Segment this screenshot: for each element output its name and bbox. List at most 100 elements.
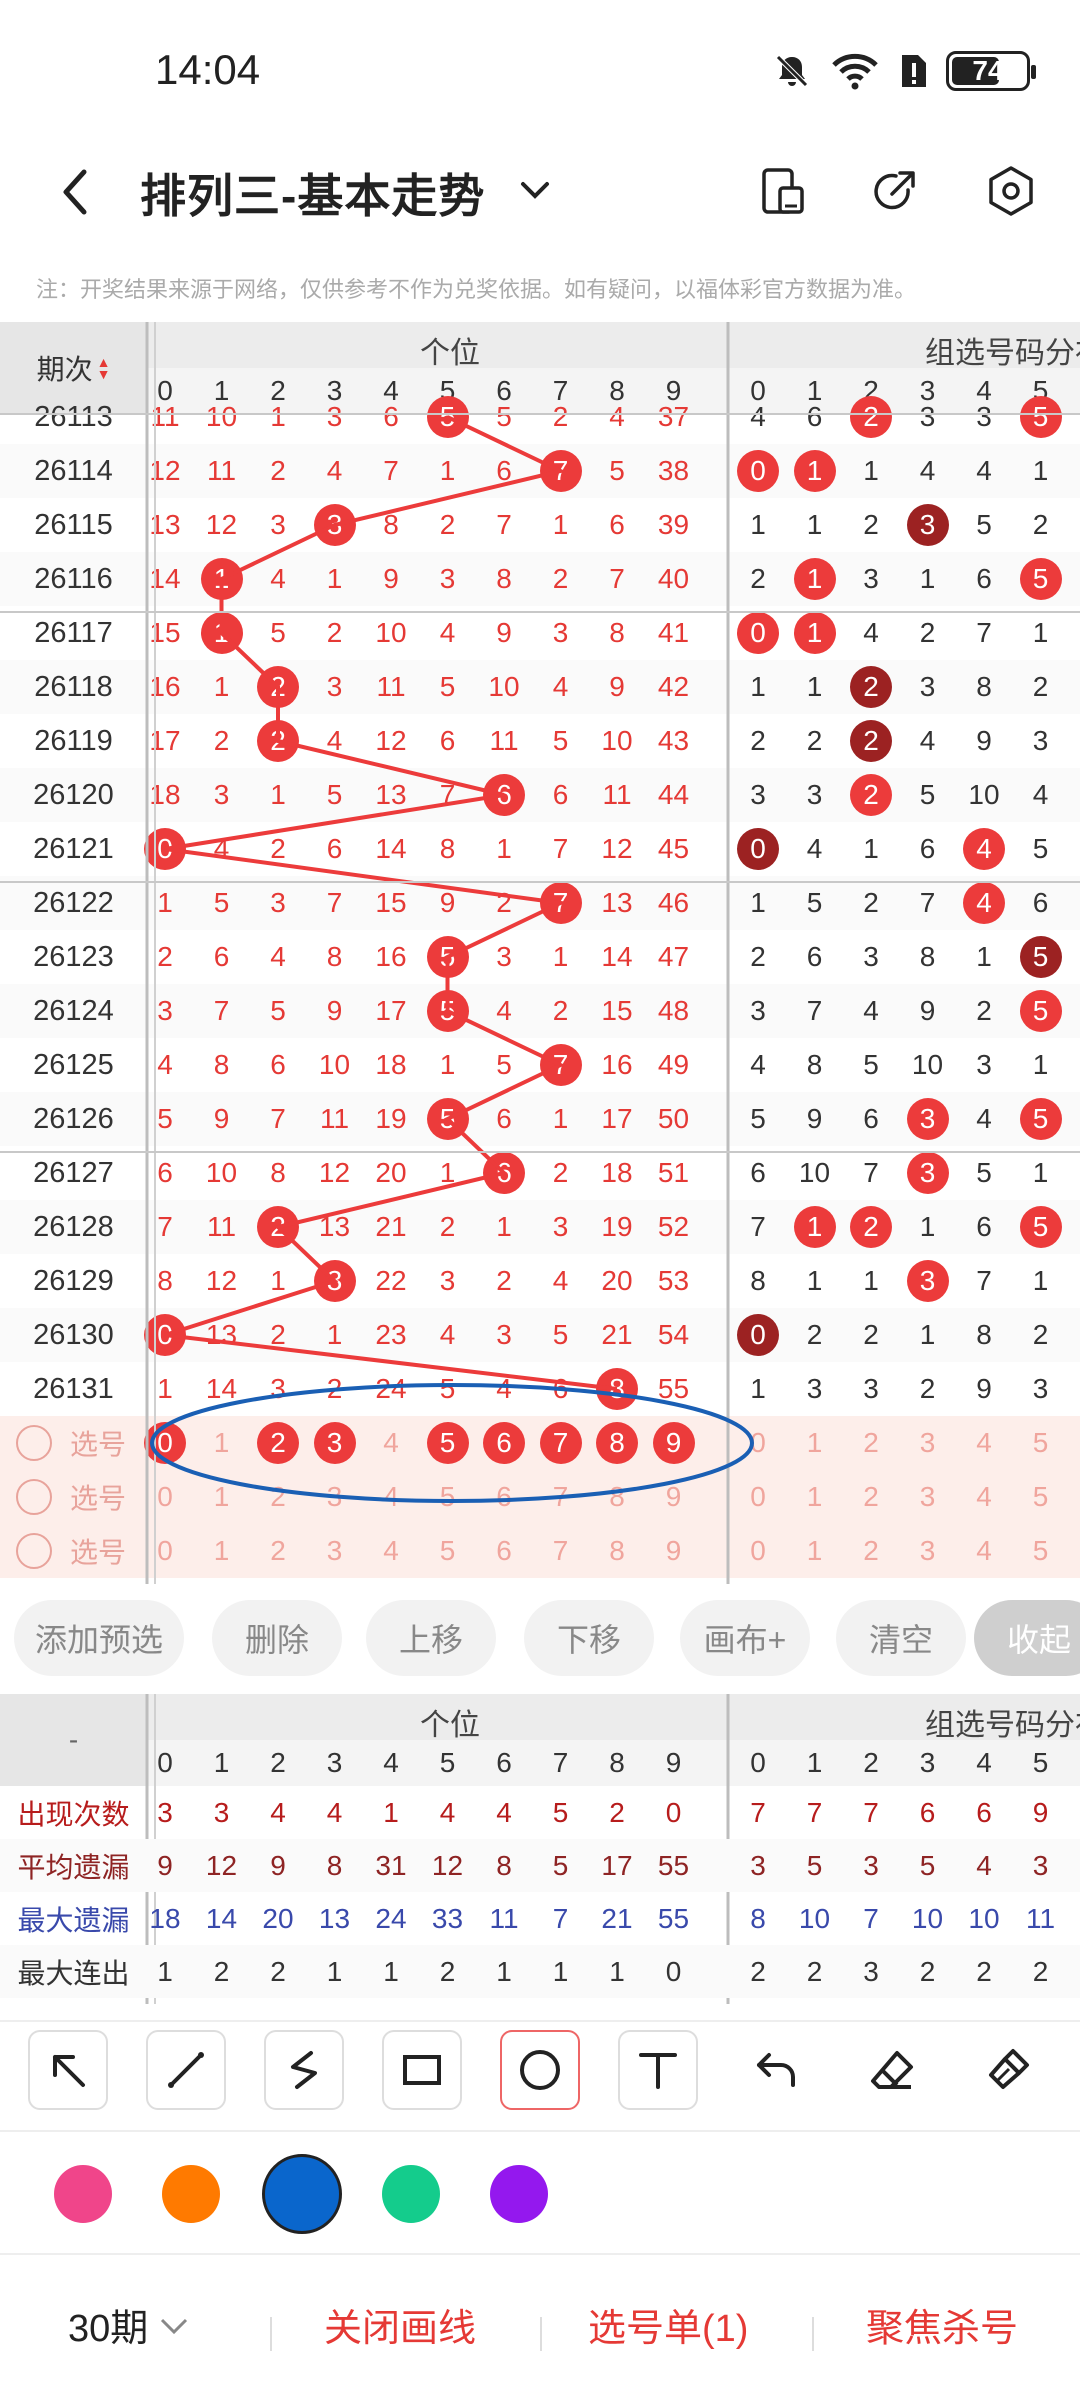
stats-cell: 2 (1032, 1955, 1049, 1987)
mute-bell-icon (776, 55, 808, 87)
stats-cell: 8 (496, 1849, 512, 1881)
stats-cell: 12 (205, 1849, 238, 1881)
stats-row-label: 最大遗漏 (17, 1904, 130, 1936)
stats-cell: 7 (750, 1796, 766, 1828)
stats-cell: 5 (919, 1849, 936, 1881)
focus-kill-button[interactable]: 聚焦杀号 (866, 2297, 1018, 2352)
stats-cell: 55 (657, 1849, 690, 1881)
stats-cell: 3 (1032, 1849, 1049, 1881)
app-header: 排列三-基本走势 (0, 140, 1080, 250)
stats-row-label: 出现次数 (17, 1798, 130, 1830)
stats-cell: 31 (375, 1849, 407, 1881)
stats-cell: 3 (750, 1849, 766, 1881)
device-switch-icon[interactable] (752, 160, 814, 222)
line-icon (168, 2052, 204, 2088)
action-chip[interactable]: 上移 (366, 1600, 496, 1676)
stats-cell: 2 (270, 1955, 286, 1987)
back-arrow-icon[interactable] (46, 162, 106, 222)
status-icons: 74 (772, 48, 1036, 94)
stats-cell: 9 (270, 1849, 286, 1881)
color-palette (0, 2130, 1080, 2255)
pointer-tool[interactable] (28, 2030, 108, 2110)
stats-cell: 7 (863, 1902, 879, 1934)
ellipse-tool[interactable] (500, 2030, 580, 2110)
pick-list-button[interactable]: 选号单(1) (588, 2297, 748, 2352)
stats-cell: 20 (262, 1902, 294, 1934)
stats-cell: 2 (213, 1955, 230, 1987)
divider (270, 2317, 272, 2351)
stats-cell: 2 (609, 1796, 625, 1828)
stats-cell: 14 (205, 1902, 238, 1934)
text-icon (639, 2053, 677, 2089)
period-selector-label: 30期 (68, 2308, 149, 2350)
stats-cell: 2 (750, 1955, 766, 1987)
stats-cell: 2 (919, 1955, 936, 1987)
period-selector[interactable]: 30期 (68, 2297, 192, 2352)
clear-brush-tool[interactable] (968, 2030, 1048, 2110)
bottom-bar: 30期 关闭画线 选号单(1) 聚焦杀号 (0, 2255, 1080, 2400)
action-chip[interactable]: 清空 (836, 1600, 966, 1676)
stats-cell: 2 (439, 1955, 456, 1987)
stats-cell: 5 (806, 1849, 823, 1881)
action-chip[interactable]: 添加预选 (14, 1600, 184, 1676)
chevron-down-icon[interactable] (515, 170, 555, 210)
status-time: 14:04 (155, 46, 261, 93)
eraser-icon (871, 2051, 913, 2089)
stats-cell: 4 (496, 1796, 512, 1828)
rectangle-tool[interactable] (382, 2030, 462, 2110)
page-title[interactable]: 排列三-基本走势 (140, 160, 485, 226)
color-swatch[interactable] (382, 2165, 440, 2223)
stats-cell: 3 (863, 1849, 879, 1881)
action-chips: 添加预选 删除 上移 下移 画布+ 清空 收起 (0, 1600, 1080, 1680)
text-tool[interactable] (618, 2030, 698, 2110)
stats-cell: 5 (552, 1849, 569, 1881)
stats-cell: 17 (601, 1849, 633, 1881)
eraser-tool[interactable] (852, 2030, 932, 2110)
stats-cell: 7 (863, 1796, 879, 1828)
stats-cell: 10 (798, 1902, 831, 1934)
share-icon[interactable] (864, 160, 926, 222)
stats-row: 平均遗漏 9 12 9 8 31 12 8 5 17 55 3 5 3 5 4 3 (0, 1839, 1080, 1892)
stats-cell: 1 (383, 1955, 399, 1987)
close-drawing-button[interactable]: 关闭画线 (324, 2297, 476, 2352)
color-swatch[interactable] (162, 2165, 220, 2223)
stats-cell: 4 (976, 1849, 992, 1881)
action-chip[interactable]: 收起 (974, 1600, 1080, 1676)
trend-table: 个位 组选号码分布 0123456789012345 期次 ▲▼ 2611311… (0, 322, 1080, 1584)
stats-cell: 0 (665, 1955, 682, 1987)
rectangle-icon (403, 2055, 441, 2085)
stats-cell: 18 (149, 1902, 181, 1934)
stats-cell: 7 (552, 1902, 569, 1934)
stats-cell: 4 (439, 1796, 456, 1828)
color-swatch[interactable] (54, 2165, 112, 2223)
stats-cell: 24 (375, 1902, 407, 1934)
color-swatch[interactable] (490, 2165, 548, 2223)
action-chip[interactable]: 删除 (212, 1600, 342, 1676)
stats-cell: 5 (552, 1796, 569, 1828)
color-swatch[interactable] (262, 2154, 342, 2234)
drawn-ellipse (150, 1383, 754, 1503)
stats-cell: 12 (431, 1849, 464, 1881)
line-tool[interactable] (146, 2030, 226, 2110)
undo-tool[interactable] (736, 2030, 816, 2110)
stats-cell: 3 (213, 1796, 230, 1828)
stats-cell: 11 (489, 1902, 519, 1934)
stats-cell: 6 (976, 1796, 992, 1828)
trend-polyline (164, 415, 618, 1391)
stats-cell: 1 (383, 1796, 399, 1828)
stats-cell: 4 (270, 1796, 286, 1828)
action-chip[interactable]: 下移 (524, 1600, 654, 1676)
stats-cell: 0 (665, 1796, 682, 1828)
sim-alert-icon (902, 55, 926, 87)
polyline-tool[interactable] (264, 2030, 344, 2110)
stats-cell: 9 (1032, 1796, 1049, 1828)
stats-cell: 2 (976, 1955, 992, 1987)
stats-cell: 1 (326, 1955, 343, 1987)
stats-row-label: 最大连出 (17, 1957, 130, 1989)
action-chip[interactable]: 画布+ (680, 1600, 810, 1676)
battery-level: 74 (972, 55, 1004, 86)
stats-cell: 1 (552, 1955, 569, 1987)
settings-icon[interactable] (980, 160, 1042, 222)
stats-cell: 7 (806, 1796, 823, 1828)
divider (812, 2317, 814, 2351)
